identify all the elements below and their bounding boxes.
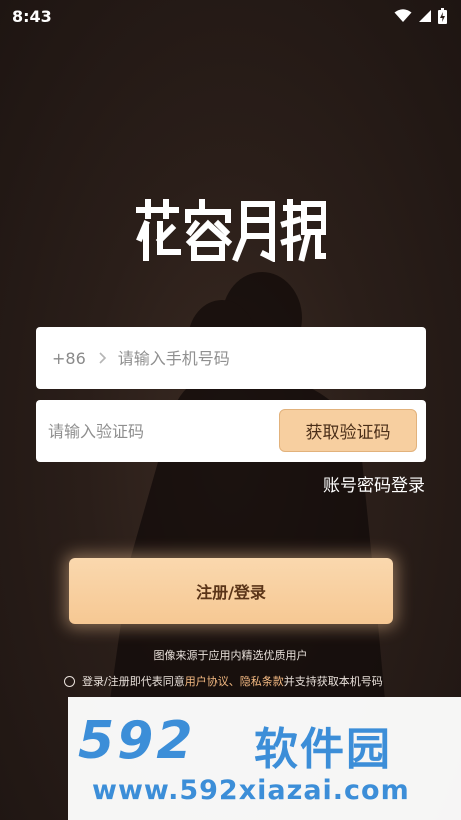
watermark-name: 软件园	[254, 724, 392, 775]
phone-field: +86	[36, 327, 426, 389]
code-field: 获取验证码	[36, 400, 426, 462]
agreement-suffix: 并支持获取本机号码	[283, 675, 383, 688]
signal-icon	[419, 10, 431, 22]
watermark: 592 软件园 www.592xiazai.com	[68, 697, 461, 820]
get-code-button[interactable]: 获取验证码	[279, 409, 417, 452]
privacy-terms-link[interactable]: 隐私条款	[240, 673, 284, 689]
logo-artwork	[135, 199, 326, 262]
country-code[interactable]: +86	[52, 349, 86, 368]
app-logo	[0, 198, 461, 262]
watermark-number: 592	[78, 711, 196, 771]
image-source-note: 图像来源于应用内精选优质用户	[153, 649, 308, 662]
account-password-login-link[interactable]: 账号密码登录	[323, 471, 425, 496]
verification-code-input[interactable]	[48, 400, 268, 462]
agreement-prefix: 登录/注册即代表同意	[82, 675, 185, 688]
status-bar: 8:43	[0, 0, 461, 32]
phone-input[interactable]	[117, 327, 398, 389]
battery-charging-icon	[438, 8, 447, 24]
status-time: 8:43	[12, 6, 52, 26]
agreement-radio[interactable]	[64, 675, 75, 687]
agreement-separator: 、	[228, 675, 240, 688]
watermark-url: www.592xiazai.com	[92, 775, 410, 806]
status-icons	[394, 8, 447, 24]
wifi-icon	[394, 9, 412, 22]
agreement-row: 登录/注册即代表同意 用户协议 、 隐私条款 并支持获取本机号码	[64, 673, 383, 689]
register-login-button[interactable]: 注册/登录	[69, 558, 393, 624]
user-agreement-link[interactable]: 用户协议	[185, 673, 229, 689]
chevron-right-icon[interactable]	[98, 351, 108, 365]
